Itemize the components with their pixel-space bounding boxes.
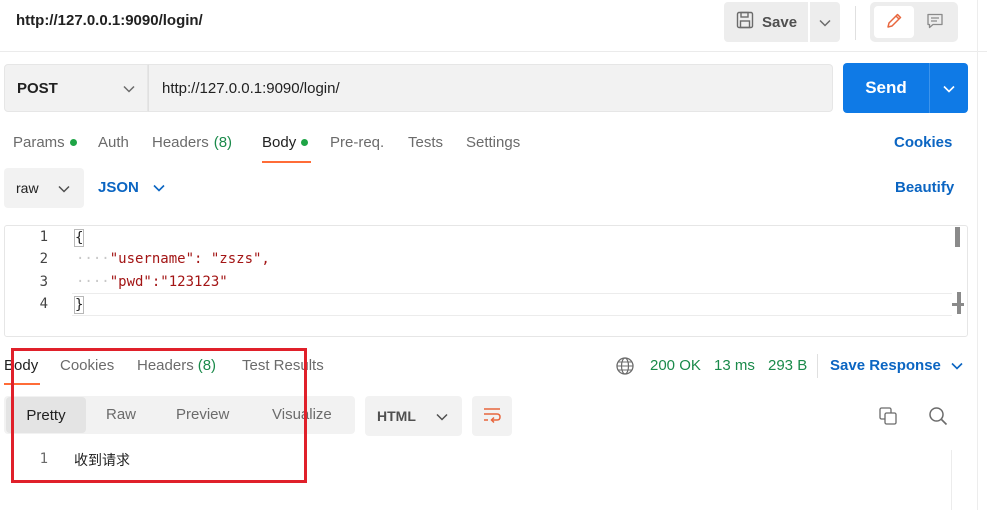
send-dropdown-button[interactable] bbox=[929, 63, 968, 113]
response-size[interactable]: 293 B bbox=[768, 357, 807, 374]
code-line-content: "pwd":"123123" bbox=[109, 274, 228, 290]
editor-scrollbar[interactable] bbox=[955, 227, 960, 247]
method-select[interactable]: POST bbox=[4, 64, 148, 112]
response-format-select[interactable]: HTML bbox=[365, 396, 462, 436]
tab-label: Headers bbox=[152, 134, 209, 151]
tab-tests[interactable]: Tests bbox=[408, 134, 443, 151]
comment-mode-button[interactable] bbox=[916, 6, 954, 38]
tab-settings[interactable]: Settings bbox=[466, 134, 520, 151]
globe-icon[interactable] bbox=[615, 356, 635, 379]
tab-headers[interactable]: Headers (8) bbox=[152, 134, 232, 151]
line-number: 4 bbox=[39, 296, 48, 312]
response-format-value: HTML bbox=[377, 408, 416, 424]
response-status[interactable]: 200 OK bbox=[650, 357, 701, 374]
wrap-lines-button[interactable] bbox=[472, 396, 512, 436]
tab-label: Body bbox=[262, 134, 297, 151]
tab-label: Auth bbox=[98, 134, 129, 151]
indent-whitespace: ···· bbox=[76, 251, 110, 267]
line-number: 3 bbox=[39, 274, 48, 290]
chevron-down-icon bbox=[943, 80, 955, 96]
annotation-highlight-box bbox=[11, 348, 307, 483]
chevron-down-icon bbox=[436, 408, 448, 424]
active-tab-indicator bbox=[262, 161, 311, 163]
headers-count: (8) bbox=[213, 134, 233, 151]
copy-icon[interactable] bbox=[878, 406, 898, 429]
method-value: POST bbox=[17, 79, 58, 97]
save-icon bbox=[736, 11, 754, 33]
body-language-select[interactable]: JSON bbox=[98, 179, 165, 196]
header-divider bbox=[0, 51, 987, 52]
tab-label: Settings bbox=[466, 134, 521, 151]
body-mode-value: raw bbox=[16, 180, 39, 196]
line-number: 1 bbox=[39, 229, 48, 245]
wrap-lines-icon bbox=[482, 406, 502, 427]
tab-pre-request[interactable]: Pre-req. bbox=[330, 134, 384, 151]
code-line-content: "username": "zszs", bbox=[109, 251, 270, 267]
tab-auth[interactable]: Auth bbox=[98, 134, 129, 151]
tab-label: Tests bbox=[408, 134, 444, 151]
chevron-down-icon bbox=[123, 80, 135, 97]
edit-mode-button[interactable] bbox=[874, 6, 914, 38]
save-label: Save bbox=[762, 13, 798, 31]
chevron-down-icon bbox=[819, 14, 831, 30]
search-icon[interactable] bbox=[928, 406, 948, 429]
save-response-label: Save Response bbox=[830, 357, 941, 374]
save-response-button[interactable]: Save Response bbox=[830, 357, 963, 374]
comment-icon bbox=[926, 12, 944, 33]
tab-body[interactable]: Body bbox=[262, 134, 309, 151]
response-time[interactable]: 13 ms bbox=[714, 357, 755, 374]
right-panel-border bbox=[977, 0, 978, 510]
toolbar-divider bbox=[855, 6, 856, 40]
url-input[interactable]: http://127.0.0.1:9090/login/ bbox=[148, 64, 833, 112]
scrollbar-marker bbox=[957, 292, 961, 314]
body-status-dot bbox=[301, 139, 309, 146]
chevron-down-icon bbox=[58, 180, 70, 196]
code-line: } bbox=[74, 296, 85, 314]
save-dropdown-button[interactable] bbox=[810, 2, 840, 42]
tab-label: Params bbox=[13, 134, 65, 151]
status-divider bbox=[817, 354, 818, 378]
params-status-dot bbox=[69, 139, 77, 146]
tab-label: Pre-req. bbox=[330, 134, 385, 151]
indent-whitespace: ···· bbox=[76, 274, 110, 290]
pencil-icon bbox=[885, 12, 903, 33]
response-scrollbar-track[interactable] bbox=[951, 450, 968, 510]
code-line: ····"pwd":"123123" bbox=[76, 274, 228, 290]
tab-params[interactable]: Params bbox=[13, 134, 77, 151]
body-mode-select[interactable]: raw bbox=[4, 168, 84, 208]
cookies-link[interactable]: Cookies bbox=[894, 134, 952, 151]
save-button[interactable]: Save bbox=[724, 2, 808, 42]
chevron-down-icon bbox=[951, 357, 963, 374]
body-language-value: JSON bbox=[98, 179, 139, 196]
line-number: 2 bbox=[39, 251, 48, 267]
chevron-down-icon bbox=[153, 179, 165, 196]
beautify-link[interactable]: Beautify bbox=[895, 179, 954, 196]
code-line: ····"username": "zszs", bbox=[76, 251, 270, 267]
send-button[interactable]: Send bbox=[843, 63, 929, 113]
current-line-highlight bbox=[72, 293, 952, 316]
code-line: { bbox=[74, 229, 85, 247]
request-title[interactable]: http://127.0.0.1:9090/login/ bbox=[16, 12, 203, 29]
